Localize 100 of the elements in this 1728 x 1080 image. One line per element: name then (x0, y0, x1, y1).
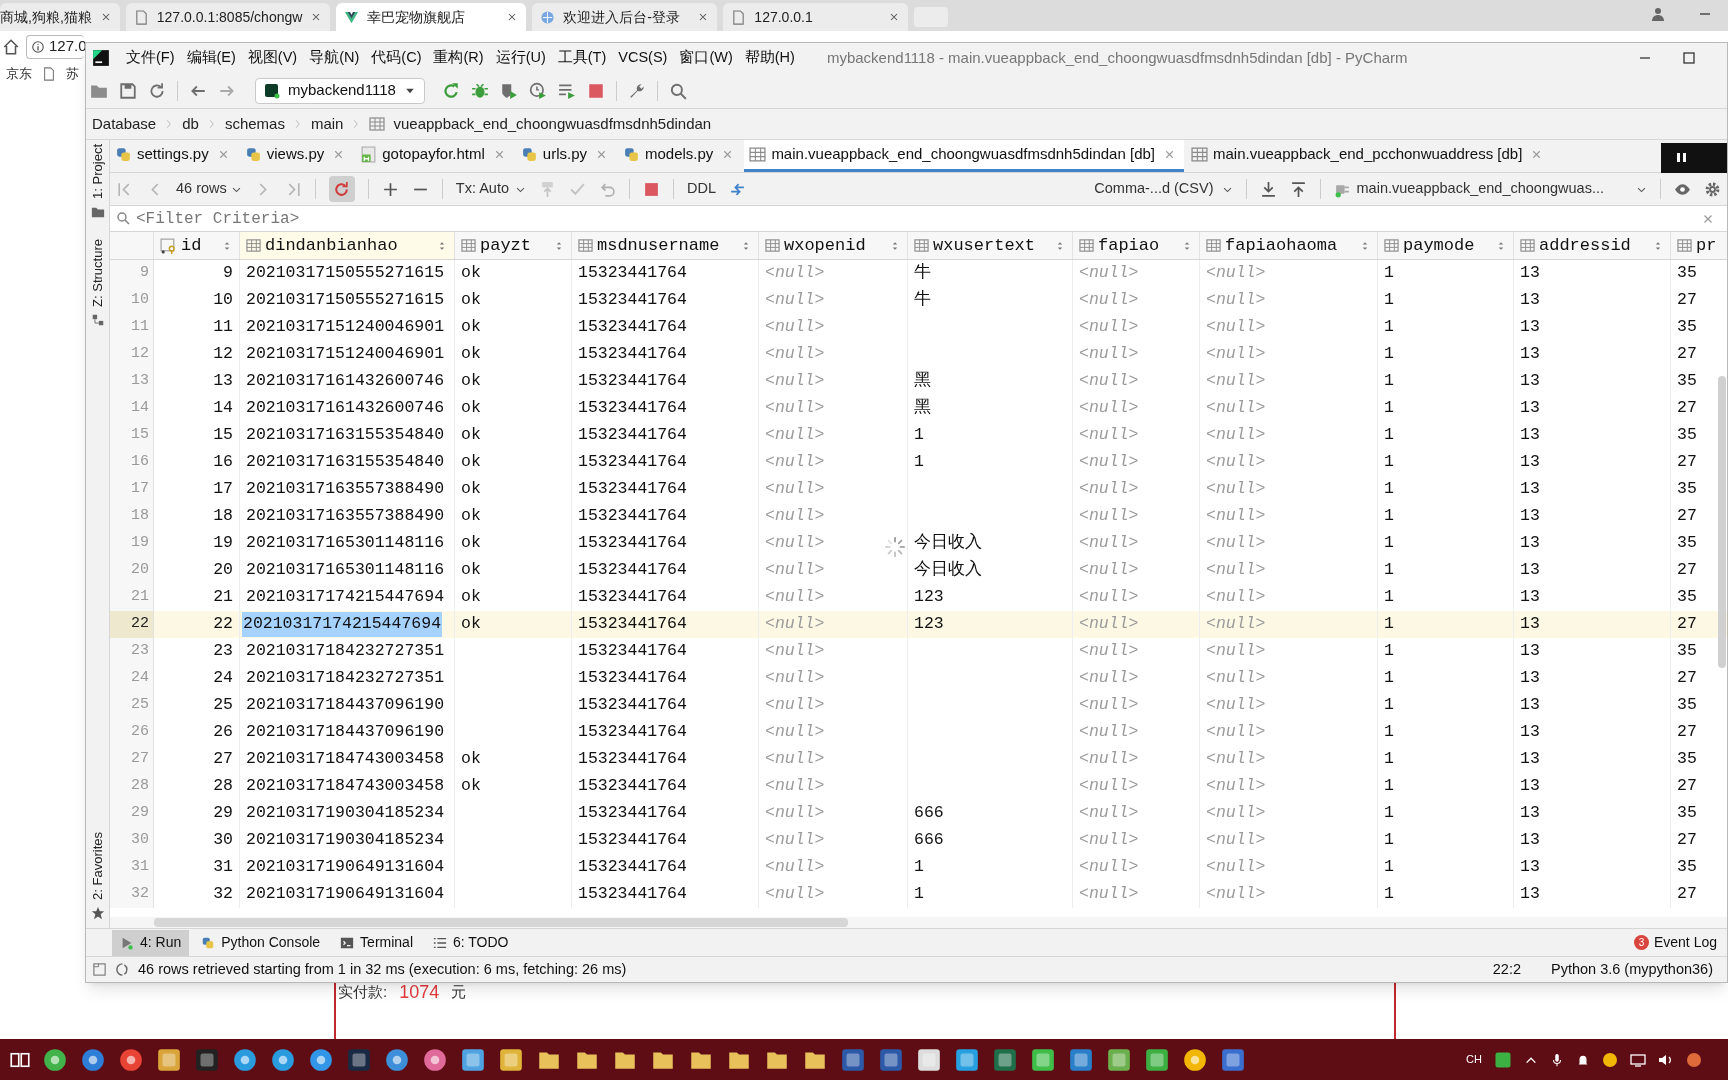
bookmark[interactable]: 苏 (66, 64, 79, 84)
tool-window-tab[interactable]: Z: Structure (87, 238, 108, 307)
app-logo-icon[interactable] (92, 49, 110, 67)
app-icon[interactable] (308, 1046, 334, 1073)
reload-button[interactable] (328, 176, 355, 202)
upload-icon[interactable] (1289, 180, 1307, 198)
app-icon[interactable] (1182, 1046, 1208, 1073)
stop-icon[interactable] (643, 180, 660, 198)
menu-item[interactable]: 帮助(H) (738, 47, 801, 69)
run-list-icon[interactable] (557, 81, 576, 100)
column-header[interactable]: dindanbianhao (240, 232, 455, 259)
export-format-dropdown[interactable]: Comma-...d (CSV) (1094, 178, 1233, 200)
breadcrumb-item[interactable]: main (310, 112, 344, 136)
breadcrumb-item[interactable]: vueappback_end_choongwuasdfmsdnh5dindan (393, 112, 712, 136)
tool-window-tab[interactable]: Terminal (332, 929, 421, 956)
sync-icon[interactable] (148, 81, 166, 100)
breadcrumb-item[interactable]: Database (92, 112, 157, 136)
tool-window-tab[interactable]: 2: Favorites (87, 832, 108, 900)
breadcrumb-item[interactable]: db (182, 112, 199, 136)
tool-window-tab[interactable]: 4: Run (112, 929, 190, 956)
app-icon[interactable] (1106, 1046, 1132, 1073)
browser-tab[interactable]: 商城,狗粮,猫粮 (0, 3, 120, 31)
save-icon[interactable] (119, 81, 137, 100)
download-icon[interactable] (1259, 180, 1277, 198)
tool-window-tab[interactable]: 6: TODO (425, 929, 517, 956)
maximize-icon[interactable] (1681, 50, 1697, 66)
column-header[interactable]: pr (1671, 232, 1727, 259)
caret-position[interactable]: 22:2 (1492, 958, 1521, 981)
menu-item[interactable]: 运行(U) (489, 47, 552, 69)
structure-icon[interactable] (90, 312, 105, 327)
panel-toggle-icon[interactable] (92, 962, 107, 977)
breadcrumb-item[interactable]: schemas (224, 112, 285, 136)
editor-tab[interactable]: gotopayfor.html (355, 140, 514, 172)
stop-icon[interactable] (586, 81, 605, 100)
editor-tab[interactable]: models.py (618, 140, 743, 172)
home-icon[interactable] (2, 37, 20, 56)
transaction-mode-dropdown[interactable]: Tx: Auto (455, 178, 526, 200)
app-icon[interactable] (1030, 1046, 1056, 1073)
wrench-icon[interactable] (627, 81, 646, 100)
horizontal-scrollbar[interactable] (154, 918, 848, 927)
menu-item[interactable]: 窗口(W) (673, 47, 739, 69)
app-icon[interactable] (156, 1046, 182, 1073)
column-header[interactable]: addressid (1514, 232, 1671, 259)
close-icon[interactable] (595, 148, 608, 161)
column-header[interactable]: wxopenid (759, 232, 908, 259)
menu-item[interactable]: 代码(C) (365, 47, 428, 69)
input-language[interactable]: CH (1466, 1051, 1482, 1068)
browser-tab[interactable]: 127.0.0.1 (723, 3, 909, 31)
app-icon[interactable] (498, 1046, 524, 1073)
target-table-dropdown[interactable]: main.vueappback_end_choongwuas... (1333, 178, 1647, 200)
app-icon[interactable] (1602, 1051, 1618, 1068)
editor-tab[interactable]: settings.py (110, 140, 238, 172)
coverage-icon[interactable] (499, 81, 518, 100)
event-log-tab[interactable]: 3 Event Log (1633, 932, 1717, 953)
app-icon[interactable] (422, 1046, 448, 1073)
page-icon[interactable] (42, 67, 56, 81)
menu-item[interactable]: 编辑(E) (180, 47, 242, 69)
star-icon[interactable] (90, 906, 105, 920)
app-icon[interactable] (954, 1046, 980, 1073)
interpreter-selector[interactable]: Python 3.6 (mypython36) (1551, 958, 1713, 981)
column-header[interactable]: fapiaohaoma (1200, 232, 1378, 259)
menu-item[interactable]: 视图(V) (241, 47, 304, 69)
editor-tab[interactable]: views.py (239, 140, 354, 172)
app-icon[interactable] (916, 1046, 942, 1073)
close-icon[interactable] (1163, 148, 1176, 161)
app-icon[interactable] (992, 1046, 1018, 1073)
editor-tab[interactable]: main.vueappback_end_pcchonwuaddress [db] (1186, 140, 1552, 172)
column-header[interactable]: payzt (455, 232, 572, 259)
column-header[interactable]: msdnusername (572, 232, 759, 259)
menu-item[interactable]: 文件(F) (120, 47, 181, 69)
browser-tab[interactable]: 127.0.0.1:8085/chongw (125, 3, 331, 31)
profiler-icon[interactable] (528, 81, 547, 100)
editor-tab[interactable]: main.vueappback_end_choongwuasdfmsdnh5dindan [db] (744, 140, 1184, 172)
column-header[interactable]: fapiao (1073, 232, 1200, 259)
settings-icon[interactable] (1704, 180, 1721, 198)
bookmark[interactable]: 京东 (6, 64, 32, 84)
microphone-icon[interactable] (1550, 1052, 1564, 1067)
app-icon[interactable] (1068, 1046, 1094, 1073)
bug-icon[interactable] (470, 81, 489, 100)
plus-icon[interactable] (381, 180, 399, 198)
pause-icon[interactable] (1661, 143, 1727, 173)
browser-tab[interactable]: 欢迎进入后台-登录 (532, 3, 718, 31)
app-icon[interactable] (232, 1046, 258, 1073)
column-header[interactable]: paymode (1378, 232, 1514, 259)
menu-item[interactable]: 重构(R) (427, 47, 490, 69)
app-icon[interactable] (42, 1046, 68, 1073)
ddl-button[interactable]: DDL (687, 178, 716, 200)
app-icon[interactable] (384, 1046, 410, 1073)
menu-item[interactable]: VCS(S) (612, 47, 674, 69)
network-icon[interactable] (1630, 1051, 1646, 1068)
app-icon[interactable] (1494, 1050, 1512, 1069)
browser-tab[interactable]: 幸巴宠物旗舰店 (336, 3, 527, 31)
user-icon[interactable] (1650, 6, 1666, 22)
app-icon[interactable] (1220, 1046, 1246, 1073)
editor-tab[interactable]: urls.py (515, 140, 616, 172)
menu-item[interactable]: 工具(T) (551, 47, 613, 69)
app-icon[interactable] (460, 1046, 486, 1073)
app-icon[interactable] (270, 1046, 296, 1073)
vertical-scrollbar[interactable] (1718, 376, 1726, 668)
column-header[interactable]: wxusertext (908, 232, 1073, 259)
